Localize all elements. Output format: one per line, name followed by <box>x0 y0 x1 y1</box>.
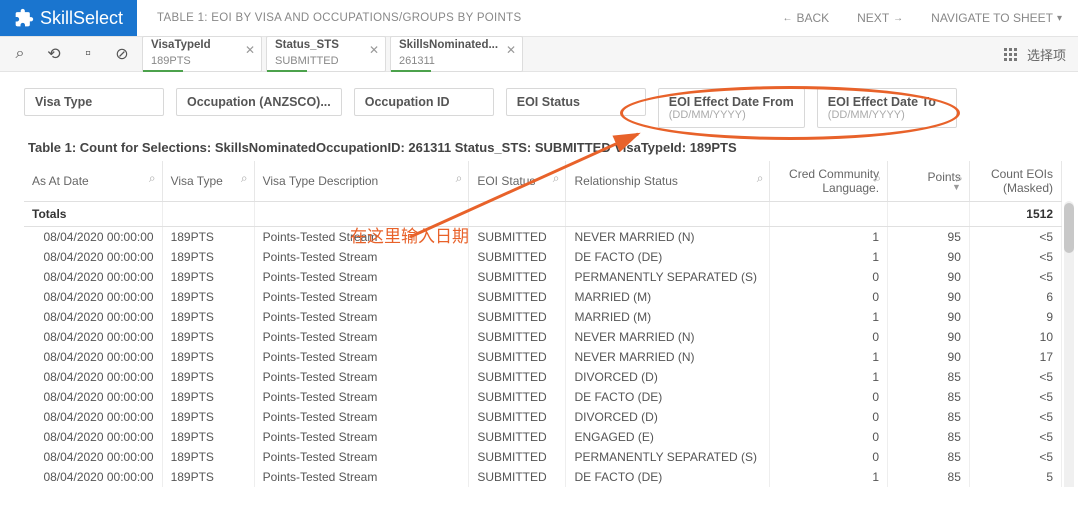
search-icon[interactable]: ⌕ <box>456 171 463 186</box>
table-row[interactable]: 08/04/2020 00:00:00189PTSPoints-Tested S… <box>24 347 1062 367</box>
clear-selections-icon[interactable]: ⊘ <box>114 46 130 62</box>
filter-eoi-date-to[interactable]: EOI Effect Date To (DD/MM/YYYY) <box>817 88 957 128</box>
table-row[interactable]: 08/04/2020 00:00:00189PTSPoints-Tested S… <box>24 407 1062 427</box>
search-icon[interactable]: ⌕ <box>241 171 248 186</box>
table-row[interactable]: 08/04/2020 00:00:00189PTSPoints-Tested S… <box>24 307 1062 327</box>
table-row[interactable]: 08/04/2020 00:00:00189PTSPoints-Tested S… <box>24 247 1062 267</box>
filter-visa-type[interactable]: Visa Type <box>24 88 164 116</box>
col-asat[interactable]: As At Date⌕ <box>24 161 162 202</box>
close-icon[interactable]: ✕ <box>506 43 516 57</box>
table-row[interactable]: 08/04/2020 00:00:00189PTSPoints-Tested S… <box>24 287 1062 307</box>
table-row[interactable]: 08/04/2020 00:00:00189PTSPoints-Tested S… <box>24 367 1062 387</box>
filter-chip-2[interactable]: SkillsNominated...261311✕ <box>390 36 523 72</box>
page-title: TABLE 1: EOI BY VISA AND OCCUPATIONS/GRO… <box>157 12 521 24</box>
search-icon[interactable]: ⌕ <box>874 171 881 186</box>
filter-occupation-id[interactable]: Occupation ID <box>354 88 494 116</box>
filter-occupation-anzsco[interactable]: Occupation (ANZSCO)... <box>176 88 342 116</box>
vertical-scrollbar[interactable] <box>1064 201 1074 487</box>
table-row[interactable]: 08/04/2020 00:00:00189PTSPoints-Tested S… <box>24 267 1062 287</box>
table-row[interactable]: 08/04/2020 00:00:00189PTSPoints-Tested S… <box>24 447 1062 467</box>
puzzle-icon <box>14 8 34 28</box>
totals-row: Totals1512 <box>24 202 1062 227</box>
navigate-sheet-link[interactable]: NAVIGATE TO SHEET▾ <box>931 11 1062 25</box>
col-relationship[interactable]: Relationship Status⌕ <box>566 161 770 202</box>
chevron-down-icon: ▾ <box>1057 13 1062 24</box>
col-cred[interactable]: Cred Community Language.⌕ <box>770 161 888 202</box>
filter-eoi-status[interactable]: EOI Status <box>506 88 646 116</box>
close-icon[interactable]: ✕ <box>245 43 255 57</box>
table-row[interactable]: 08/04/2020 00:00:00189PTSPoints-Tested S… <box>24 467 1062 487</box>
brand-logo[interactable]: SkillSelect <box>0 0 137 36</box>
col-count[interactable]: Count EOIs (Masked) <box>969 161 1061 202</box>
step-back-icon[interactable]: ⟲ <box>46 46 62 62</box>
col-points[interactable]: Points⌕▼ <box>888 161 970 202</box>
next-link[interactable]: NEXT→ <box>857 11 903 25</box>
scrollbar-thumb[interactable] <box>1064 203 1074 253</box>
filter-eoi-date-from[interactable]: EOI Effect Date From (DD/MM/YYYY) <box>658 88 805 128</box>
arrow-right-icon: → <box>893 13 903 24</box>
table-row[interactable]: 08/04/2020 00:00:00189PTSPoints-Tested S… <box>24 327 1062 347</box>
search-icon[interactable]: ⌕ <box>956 171 963 186</box>
close-icon[interactable]: ✕ <box>369 43 379 57</box>
col-visatype[interactable]: Visa Type⌕ <box>162 161 254 202</box>
table-row[interactable]: 08/04/2020 00:00:00189PTSPoints-Tested S… <box>24 227 1062 248</box>
table-subtitle: Table 1: Count for Selections: SkillsNom… <box>0 132 1078 161</box>
arrow-left-icon: ← <box>782 13 792 24</box>
search-icon[interactable]: ⌕ <box>757 171 764 186</box>
brand-text: SkillSelect <box>40 8 123 29</box>
smart-search-icon[interactable]: ⌕ <box>12 46 28 62</box>
search-icon[interactable]: ⌕ <box>553 171 560 186</box>
col-eoistatus[interactable]: EOI Status⌕ <box>469 161 566 202</box>
table-row[interactable]: 08/04/2020 00:00:00189PTSPoints-Tested S… <box>24 427 1062 447</box>
eoi-table: As At Date⌕ Visa Type⌕ Visa Type Descrip… <box>24 161 1062 487</box>
filter-chip-1[interactable]: Status_STSSUBMITTED✕ <box>266 36 386 72</box>
search-icon[interactable]: ⌕ <box>149 171 156 186</box>
table-row[interactable]: 08/04/2020 00:00:00189PTSPoints-Tested S… <box>24 387 1062 407</box>
back-link[interactable]: ←BACK <box>782 11 829 25</box>
filter-chip-0[interactable]: VisaTypeId189PTS✕ <box>142 36 262 72</box>
grid-icon[interactable] <box>1004 48 1017 61</box>
bookmark-icon[interactable]: ▫ <box>80 46 96 62</box>
col-desc[interactable]: Visa Type Description⌕ <box>254 161 469 202</box>
selections-label[interactable]: 选择项 <box>1027 45 1066 64</box>
